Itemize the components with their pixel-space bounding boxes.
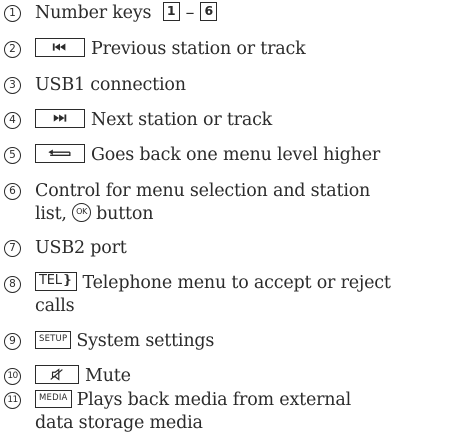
- item-description: Next station or track: [91, 110, 273, 130]
- setup-key-icon: SETUP: [35, 330, 72, 349]
- item-description: Previous station or track: [91, 39, 306, 59]
- item-number-badge: 1: [4, 5, 21, 22]
- item-description: Mute: [85, 366, 131, 386]
- item-description: Number keys: [35, 3, 152, 23]
- item-description: list,: [35, 204, 67, 224]
- item-description: Goes back one menu level higher: [91, 145, 381, 165]
- item-description: Plays back media from external: [76, 390, 352, 410]
- ok-button-icon: OK: [72, 203, 92, 222]
- item-description: USB1 connection: [35, 75, 186, 95]
- skip-next-icon: [35, 109, 85, 128]
- item-description: data storage media: [35, 413, 203, 433]
- item-number-badge: 11: [4, 392, 21, 409]
- item-description: button: [96, 204, 154, 224]
- item-number-badge: 4: [4, 112, 21, 129]
- item-number-badge: 2: [4, 41, 21, 58]
- item-description: USB2 port: [35, 238, 127, 258]
- item-number-badge: 5: [4, 147, 21, 164]
- back-arrow-icon: [35, 144, 85, 163]
- item-description: System settings: [76, 331, 215, 351]
- item-number-badge: 9: [4, 333, 21, 350]
- item-description: Control for menu selection and station: [35, 181, 371, 201]
- mute-icon: [35, 365, 79, 384]
- item-number-badge: 10: [4, 368, 21, 385]
- skip-previous-icon: [35, 38, 85, 57]
- item-number-badge: 3: [4, 77, 21, 94]
- telephone-key-icon: TEL❵: [35, 272, 77, 291]
- item-description: Telephone menu to accept or reject: [82, 273, 391, 293]
- number-key-1: 1: [162, 2, 180, 21]
- item-number-badge: 6: [4, 183, 21, 200]
- number-key-6: 6: [200, 2, 218, 21]
- item-description: calls: [35, 296, 75, 316]
- item-number-badge: 7: [4, 240, 21, 257]
- control-legend: 1 Number keys 1–6 2 Previous station or …: [0, 0, 461, 433]
- telephone-key-label: TEL: [39, 273, 62, 288]
- range-dash: –: [185, 3, 195, 23]
- item-number-badge: 8: [4, 276, 21, 293]
